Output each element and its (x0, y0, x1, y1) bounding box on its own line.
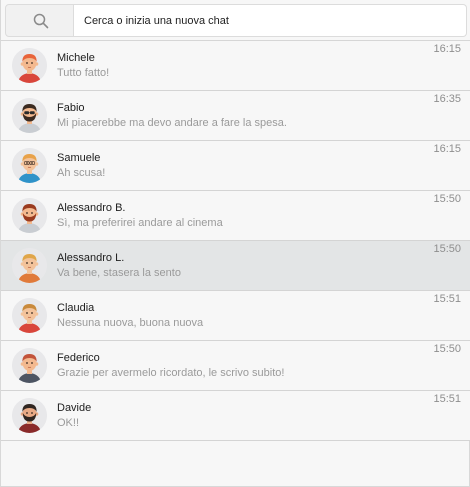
avatar (12, 248, 47, 283)
chat-time: 15:51 (433, 393, 461, 405)
avatar (12, 298, 47, 333)
chat-name: Fabio (57, 102, 85, 114)
chat-app: Michele Tutto fatto! 16:15 Fabio Mi piacereb… (0, 0, 470, 487)
chat-item[interactable]: Alessandro B. Sì, ma preferirei andare al… (1, 191, 470, 241)
avatar (12, 198, 47, 233)
chat-time: 15:51 (433, 293, 461, 305)
chat-time: 15:50 (433, 243, 461, 255)
chat-preview: Tutto fatto! (57, 67, 110, 79)
search-button[interactable] (5, 4, 74, 37)
chat-name: Samuele (57, 152, 101, 164)
chat-name: Federico (57, 352, 100, 364)
chat-name: Alessandro L. (57, 252, 125, 264)
chat-preview: OK!! (57, 417, 80, 429)
chat-time: 16:15 (433, 143, 461, 155)
chat-item[interactable]: Fabio Mi piacerebbe ma devo andare a fare… (1, 91, 470, 141)
chat-item[interactable]: Michele Tutto fatto! 16:15 (1, 41, 470, 91)
chat-preview: Va bene, stasera la sento (57, 267, 181, 279)
avatar (12, 398, 47, 433)
chat-preview: Ah scusa! (57, 167, 106, 179)
chat-item[interactable]: Alessandro L. Va bene, stasera la sento 15… (1, 241, 470, 291)
chat-name: Alessandro B. (57, 202, 126, 214)
chat-preview: Mi piacerebbe ma devo andare a fare la s… (57, 117, 287, 129)
chat-time: 16:15 (433, 43, 461, 55)
chat-preview: Grazie per avermelo ricordato, le scrivo… (57, 367, 285, 379)
chat-name: Davide (57, 402, 92, 414)
avatar (12, 348, 47, 383)
chat-preview: Nessuna nuova, buona nuova (57, 317, 204, 329)
search-icon (33, 13, 49, 29)
chat-item[interactable]: Federico Grazie per avermelo ricordato, l… (1, 341, 470, 391)
search-bar (1, 0, 470, 41)
chat-name: Michele (57, 52, 95, 64)
chat-time: 15:50 (433, 343, 461, 355)
chat-item[interactable]: Davide OK!! 15:51 (1, 391, 470, 441)
avatar (12, 148, 47, 183)
chat-name: Claudia (57, 302, 95, 314)
chat-time: 16:35 (433, 93, 461, 105)
search-input[interactable] (74, 4, 467, 37)
chat-list: Michele Tutto fatto! 16:15 Fabio Mi piacereb… (1, 41, 470, 441)
avatar (12, 98, 47, 133)
chat-preview: Sì, ma preferirei andare al cinema (57, 217, 223, 229)
avatar (12, 48, 47, 83)
chat-item[interactable]: Claudia Nessuna nuova, buona nuova 15:51 (1, 291, 470, 341)
chat-time: 15:50 (433, 193, 461, 205)
chat-item[interactable]: Samuele Ah scusa! 16:15 (1, 141, 470, 191)
